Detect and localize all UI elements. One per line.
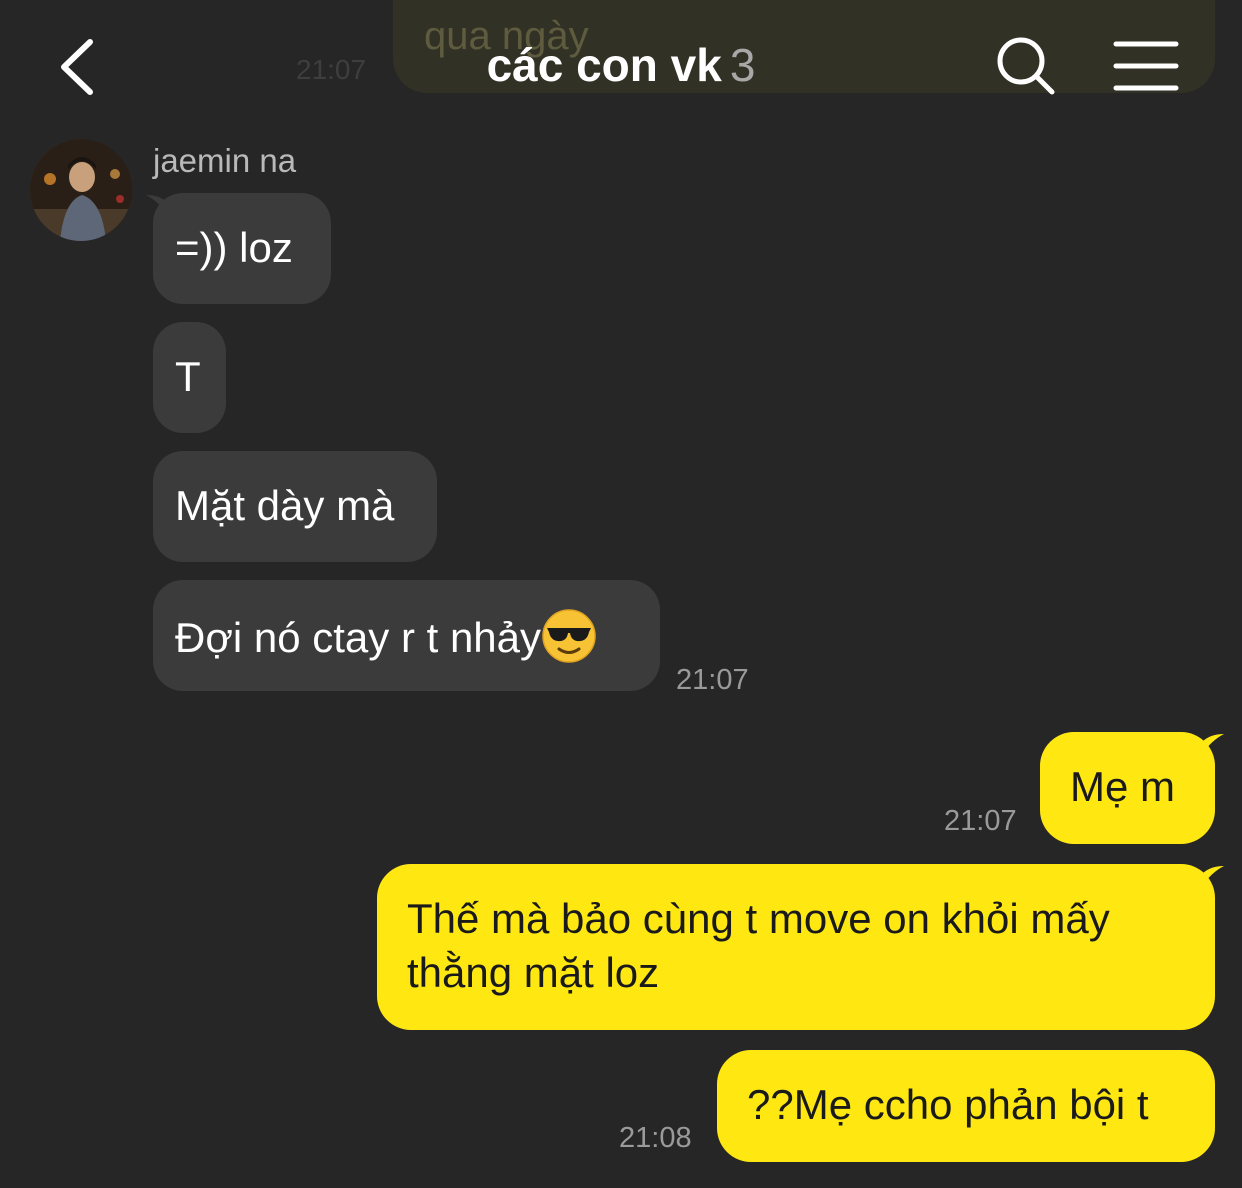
message-text: ??Mẹ ccho phản bội t: [747, 1081, 1149, 1128]
sender-name: jaemin na: [153, 142, 297, 179]
sender-avatar[interactable]: [30, 139, 132, 241]
message-text-line: Thế mà bảo cùng t move on khỏi mấy: [407, 895, 1110, 942]
incoming-message[interactable]: T: [153, 322, 226, 433]
message-time: 21:07: [944, 805, 1017, 837]
search-icon: [997, 37, 1055, 95]
chevron-left-icon: [61, 39, 93, 95]
previous-message-time: 21:07: [296, 54, 367, 85]
message-text: Mẹ m: [1070, 763, 1175, 810]
previous-message-text: qua ngày: [424, 14, 589, 58]
incoming-message[interactable]: Mặt dày mà: [153, 451, 437, 562]
incoming-message[interactable]: =)) loz: [153, 193, 331, 304]
outgoing-message[interactable]: Mẹ m: [1040, 732, 1215, 844]
outgoing-message[interactable]: Thế mà bảo cùng t move on khỏi mấy thằng…: [377, 864, 1215, 1030]
sunglasses-emoji-icon: [542, 609, 596, 663]
message-text-line: thằng mặt loz: [407, 949, 660, 996]
message-text: Mặt dày mà: [175, 482, 395, 529]
outgoing-message[interactable]: ??Mẹ ccho phản bội t: [717, 1050, 1215, 1162]
hamburger-menu-icon: [1113, 41, 1179, 91]
menu-button[interactable]: [1110, 38, 1182, 94]
incoming-message[interactable]: Đợi nó ctay r t nhảy: [153, 580, 660, 691]
message-text: T: [175, 353, 201, 400]
message-text: =)) loz: [175, 224, 293, 271]
back-button[interactable]: [50, 32, 110, 102]
message-time: 21:08: [619, 1122, 692, 1154]
search-button[interactable]: [994, 34, 1058, 98]
message-text: Đợi nó ctay r t nhảy: [175, 614, 542, 661]
message-time: 21:07: [676, 664, 749, 696]
avatar-photo: [30, 139, 132, 241]
